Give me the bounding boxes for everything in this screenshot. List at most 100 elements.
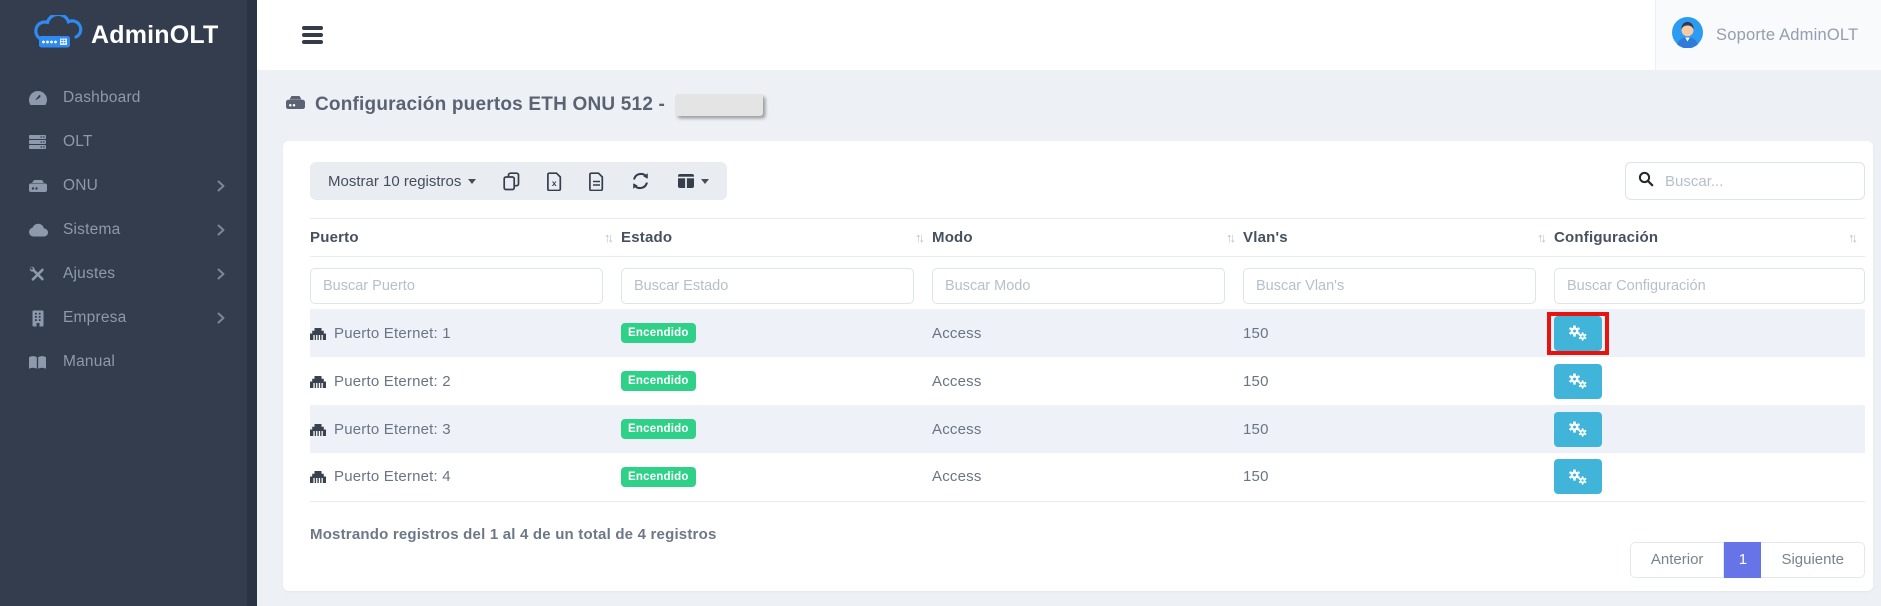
table-row: Puerto Eternet: 4 Encendido Access 150 (310, 453, 1865, 501)
page-title: Configuración puertos ETH ONU 512 - (315, 94, 665, 116)
brand[interactable]: AdminOLT (0, 0, 257, 70)
ethernet-icon (310, 375, 326, 388)
sidebar-item-sistema[interactable]: Sistema (0, 208, 257, 252)
configure-port-button[interactable] (1554, 316, 1602, 351)
file-lines-icon[interactable] (589, 172, 604, 191)
ports-table: Puerto↑↓ Estado↑↓ Modo↑↓ Vlan's↑↓ Config… (310, 218, 1865, 502)
app-window: AdminOLT Dashboard OLT ONU (0, 0, 1881, 606)
table-columns-icon[interactable] (677, 173, 709, 189)
modem-icon (285, 95, 306, 115)
caret-down-icon (468, 179, 476, 184)
search-icon (1638, 171, 1654, 192)
filter-input-vlans[interactable] (1243, 268, 1536, 304)
pagination-page-1[interactable]: 1 (1724, 542, 1761, 578)
pagination: Anterior 1 Siguiente (1630, 542, 1865, 578)
column-header-vlans[interactable]: Vlan's↑↓ (1243, 219, 1554, 257)
mode-cell: Access (932, 357, 1243, 405)
search-input[interactable] (1665, 173, 1864, 190)
building-icon (27, 309, 48, 327)
file-excel-icon[interactable]: x (547, 172, 562, 191)
pagination-prev-button[interactable]: Anterior (1630, 542, 1725, 578)
cloud-icon (27, 221, 48, 239)
vlan-cell: 150 (1243, 357, 1554, 405)
configure-port-button[interactable] (1554, 412, 1602, 447)
status-badge: Encendido (621, 419, 696, 439)
filter-input-puerto[interactable] (310, 268, 603, 304)
mode-cell: Access (932, 309, 1243, 357)
sort-icon[interactable]: ↑↓ (915, 230, 924, 245)
mode-cell: Access (932, 405, 1243, 453)
sort-icon[interactable]: ↑↓ (1226, 230, 1235, 245)
chevron-right-icon (217, 312, 225, 324)
table-row: Puerto Eternet: 3 Encendido Access 150 (310, 405, 1865, 453)
configure-port-button[interactable] (1554, 364, 1602, 399)
vlan-cell: 150 (1243, 453, 1554, 501)
page-length-dropdown[interactable]: Mostrar 10 registros (328, 173, 476, 190)
page-content: Configuración puertos ETH ONU 512 - Most… (257, 70, 1881, 606)
sidebar-item-label: OLT (63, 133, 93, 151)
status-badge: Encendido (621, 467, 696, 487)
sidebar-item-label: Sistema (63, 221, 120, 239)
sidebar-item-label: Manual (63, 353, 115, 371)
sort-icon[interactable]: ↑↓ (604, 230, 613, 245)
table-row: Puerto Eternet: 1 Encendido Access 150 (310, 309, 1865, 357)
gauge-icon (27, 89, 48, 107)
boy-avatar-icon (1672, 17, 1703, 53)
brand-name: AdminOLT (91, 21, 219, 50)
chevron-right-icon (217, 268, 225, 280)
copy-icon[interactable] (503, 172, 520, 191)
port-name: Puerto Eternet: 3 (334, 421, 451, 438)
port-name: Puerto Eternet: 4 (334, 468, 451, 485)
column-header-modo[interactable]: Modo↑↓ (932, 219, 1243, 257)
sidebar-item-label: Dashboard (63, 89, 141, 107)
sidebar-item-onu[interactable]: ONU (0, 164, 257, 208)
filter-input-configuracion[interactable] (1554, 268, 1865, 304)
svg-text:x: x (552, 178, 557, 188)
column-header-puerto[interactable]: Puerto↑↓ (310, 219, 621, 257)
caret-down-icon (701, 179, 709, 184)
user-menu[interactable]: Soporte AdminOLT (1655, 0, 1881, 70)
sidebar-toggle-button[interactable] (302, 26, 324, 44)
column-header-configuracion[interactable]: Configuración↑↓ (1554, 219, 1865, 257)
chevron-right-icon (217, 224, 225, 236)
filter-input-estado[interactable] (621, 268, 914, 304)
user-name: Soporte AdminOLT (1716, 26, 1858, 45)
mode-cell: Access (932, 453, 1243, 501)
refresh-icon[interactable] (631, 172, 650, 190)
table-card: Mostrar 10 registros x (283, 141, 1873, 591)
sidebar-nav: Dashboard OLT ONU (0, 70, 257, 384)
adminolt-logo-icon (32, 15, 84, 56)
sidebar-item-empresa[interactable]: Empresa (0, 296, 257, 340)
sidebar-item-label: Empresa (63, 309, 126, 327)
table-info: Mostrando registros del 1 al 4 de un tot… (310, 526, 717, 543)
page-title-row: Configuración puertos ETH ONU 512 - (285, 94, 1881, 116)
main-area: Soporte AdminOLT Configuración puertos E… (257, 0, 1881, 606)
status-badge: Encendido (621, 323, 696, 343)
topbar: Soporte AdminOLT (257, 0, 1881, 70)
column-header-estado[interactable]: Estado↑↓ (621, 219, 932, 257)
ethernet-icon (310, 470, 326, 483)
sidebar-item-olt[interactable]: OLT (0, 120, 257, 164)
server-stack-icon (27, 133, 48, 151)
sidebar-item-label: Ajustes (63, 265, 115, 283)
sort-icon[interactable]: ↑↓ (1537, 230, 1546, 245)
chevron-right-icon (217, 180, 225, 192)
sidebar: AdminOLT Dashboard OLT ONU (0, 0, 257, 606)
vlan-cell: 150 (1243, 405, 1554, 453)
table-footer: Mostrando registros del 1 al 4 de un tot… (310, 526, 1865, 578)
sidebar-scrollbar[interactable] (247, 0, 257, 606)
router-icon (27, 177, 48, 195)
sort-icon[interactable]: ↑↓ (1848, 230, 1857, 245)
sidebar-item-manual[interactable]: Manual (0, 340, 257, 384)
table-search (1625, 162, 1865, 200)
sidebar-item-dashboard[interactable]: Dashboard (0, 76, 257, 120)
filter-input-modo[interactable] (932, 268, 1225, 304)
redacted-text-box (675, 94, 763, 116)
table-row: Puerto Eternet: 2 Encendido Access 150 (310, 357, 1865, 405)
port-name: Puerto Eternet: 2 (334, 373, 451, 390)
vlan-cell: 150 (1243, 309, 1554, 357)
pagination-next-button[interactable]: Siguiente (1761, 542, 1865, 578)
configure-port-button[interactable] (1554, 459, 1602, 494)
sidebar-item-ajustes[interactable]: Ajustes (0, 252, 257, 296)
ethernet-icon (310, 327, 326, 340)
